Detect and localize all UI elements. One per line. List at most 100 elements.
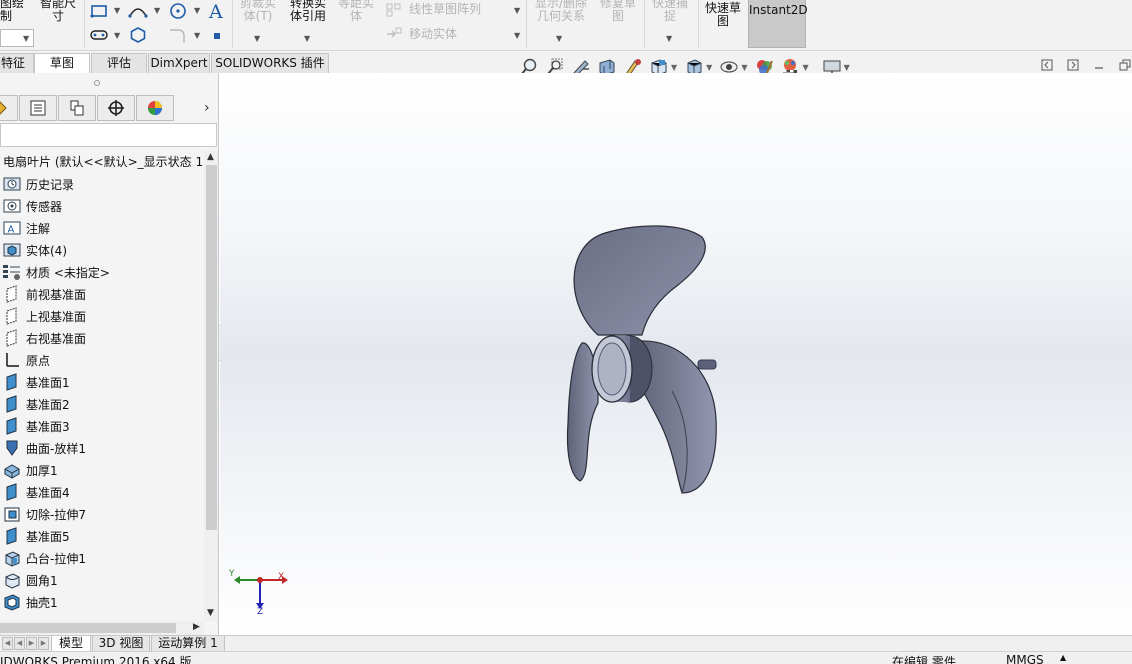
fan-blade-model	[566, 225, 717, 494]
chevron-down-icon[interactable]: ▼	[706, 63, 712, 72]
linear-pattern-button[interactable]: 线性草图阵列	[409, 3, 481, 16]
tree-item[interactable]: 抽壳1	[2, 591, 58, 613]
scroll-right-icon[interactable]: ▶	[193, 622, 200, 632]
tree-item[interactable]: 实体(4)	[2, 239, 67, 261]
chevron-down-icon[interactable]: ▼	[802, 63, 808, 72]
tab-model[interactable]: 模型	[51, 636, 91, 652]
move-entities-button[interactable]: 移动实体	[409, 28, 457, 41]
tree-item[interactable]: 右视基准面	[2, 327, 86, 349]
panel-grip-icon[interactable]	[94, 80, 100, 86]
rapid-sketch-button[interactable]: 快速草 图	[700, 2, 746, 28]
offset-entities-button[interactable]: 等距实 体	[334, 0, 378, 23]
smart-dimension-button[interactable]: 智能尺 寸	[36, 0, 80, 23]
previous-tab-icon[interactable]: ◀	[14, 637, 25, 650]
tree-item[interactable]: 基准面1	[2, 371, 70, 393]
tree-item[interactable]: 切除-拉伸7	[2, 503, 86, 525]
tree-item[interactable]: 材质 <未指定>	[2, 261, 110, 283]
chevron-down-icon[interactable]: ▼	[194, 31, 200, 40]
slot-icon[interactable]	[88, 26, 110, 44]
chevron-down-icon[interactable]: ▼	[114, 6, 120, 15]
display-relations-button[interactable]: 显示/删除 几何关系	[528, 0, 594, 23]
instant2d-button[interactable]: Instant2D	[748, 0, 808, 48]
chevron-down-icon[interactable]: ▼	[254, 34, 260, 43]
tree-item[interactable]: 凸台-拉伸1	[2, 547, 86, 569]
tab-sketch[interactable]: 草图	[34, 53, 90, 73]
plane-icon	[2, 329, 22, 347]
circle-icon[interactable]	[166, 1, 190, 21]
chevron-down-icon[interactable]: ▼	[514, 6, 520, 15]
scroll-up-icon[interactable]: ▲	[207, 152, 214, 162]
feature-manager-tab[interactable]	[0, 95, 18, 121]
minimize-icon[interactable]	[1092, 58, 1106, 72]
dimxpert-manager-tab[interactable]	[97, 95, 135, 121]
tree-item[interactable]: 基准面3	[2, 415, 70, 437]
quick-snaps-button[interactable]: 快速捕 捉	[646, 0, 694, 23]
linear-pattern-icon[interactable]	[384, 1, 404, 19]
tree-item[interactable]: A 注解	[2, 217, 50, 239]
display-manager-tab[interactable]	[136, 95, 174, 121]
tile-left-icon[interactable]	[1040, 58, 1054, 72]
sketch-fillet-icon[interactable]	[166, 25, 190, 45]
tree-item[interactable]: 加厚1	[2, 459, 58, 481]
tree-item[interactable]: 基准面4	[2, 481, 70, 503]
instant2d-label: Instant2D	[749, 3, 808, 17]
chevron-down-icon[interactable]: ▼	[844, 63, 850, 72]
tree-item[interactable]: 基准面5	[2, 525, 70, 547]
chevron-down-icon[interactable]: ▼	[671, 63, 677, 72]
sketch-draw-button[interactable]: 图绘 制	[0, 0, 30, 23]
tree-horizontal-scrollbar[interactable]: ▶	[0, 621, 204, 635]
vertical-scroll-thumb[interactable]	[206, 165, 217, 530]
chevron-down-icon[interactable]: ▼	[304, 34, 310, 43]
convert-entities-button[interactable]: 转换实 体引用	[284, 0, 332, 23]
tree-root-part[interactable]: 电扇叶片 (默认<<默认>_显示状态 1	[3, 153, 203, 170]
rectangle-icon[interactable]	[88, 2, 110, 20]
tree-item[interactable]: 原点	[2, 349, 50, 371]
chevron-down-icon[interactable]: ▼	[556, 34, 562, 43]
move-entity-icon[interactable]	[384, 25, 404, 43]
tree-item-label: 凸台-拉伸1	[26, 551, 86, 566]
sketch-combo[interactable]: ▼	[0, 29, 34, 47]
tree-item[interactable]: 圆角1	[2, 569, 58, 591]
units-system-button[interactable]: MMGS	[1006, 653, 1044, 664]
tab-evaluate[interactable]: 评估	[91, 53, 147, 73]
horizontal-scroll-thumb[interactable]	[0, 623, 176, 633]
chevron-down-icon[interactable]: ▼	[514, 31, 520, 40]
feature-tree-filter[interactable]	[0, 123, 217, 147]
trim-entities-button[interactable]: 剪裁实 体(T)	[234, 0, 282, 23]
polygon-icon[interactable]	[127, 25, 149, 45]
chevron-down-icon[interactable]: ▼	[114, 31, 120, 40]
text-icon[interactable]: A	[206, 0, 228, 22]
tree-item[interactable]: 前视基准面	[2, 283, 86, 305]
tree-item[interactable]: 上视基准面	[2, 305, 86, 327]
property-manager-tab[interactable]	[19, 95, 57, 121]
arc-icon[interactable]	[127, 2, 149, 20]
chevron-right-icon[interactable]: ›	[204, 100, 210, 116]
tree-item[interactable]: 历史记录	[2, 173, 74, 195]
chevron-down-icon[interactable]: ▼	[194, 6, 200, 15]
tree-item[interactable]: 传感器	[2, 195, 62, 217]
chevron-down-icon[interactable]: ▼	[741, 63, 747, 72]
repair-sketch-button[interactable]: 修复草 图	[596, 0, 640, 23]
tab-3d-view[interactable]: 3D 视图	[92, 636, 150, 652]
next-tab-icon[interactable]: ▶	[26, 637, 37, 650]
point-icon[interactable]	[210, 29, 224, 43]
first-tab-icon[interactable]: ◀	[2, 637, 13, 650]
scroll-down-icon[interactable]: ▼	[207, 608, 214, 618]
ribbon-separator	[526, 0, 527, 48]
tree-vertical-scrollbar[interactable]: ▲ ▼	[204, 151, 218, 621]
chevron-up-icon[interactable]: ▲	[1060, 653, 1066, 662]
last-tab-icon[interactable]: ▶	[38, 637, 49, 650]
tab-features[interactable]: 特征	[0, 53, 34, 73]
chevron-down-icon[interactable]: ▼	[666, 34, 672, 43]
tile-right-icon[interactable]	[1066, 58, 1080, 72]
tree-item[interactable]: 基准面2	[2, 393, 70, 415]
chevron-down-icon[interactable]: ▼	[154, 6, 160, 15]
configuration-manager-tab[interactable]	[58, 95, 96, 121]
tab-motion-study[interactable]: 运动算例 1	[151, 636, 225, 652]
tab-solidworks-addins[interactable]: SOLIDWORKS 插件	[211, 53, 329, 73]
ribbon-separator	[84, 0, 85, 48]
restore-icon[interactable]	[1118, 58, 1132, 72]
tab-dimxpert[interactable]: DimXpert	[148, 53, 210, 73]
tree-item[interactable]: 曲面-放样1	[2, 437, 86, 459]
graphics-area[interactable]: Y X Z	[220, 73, 1132, 635]
